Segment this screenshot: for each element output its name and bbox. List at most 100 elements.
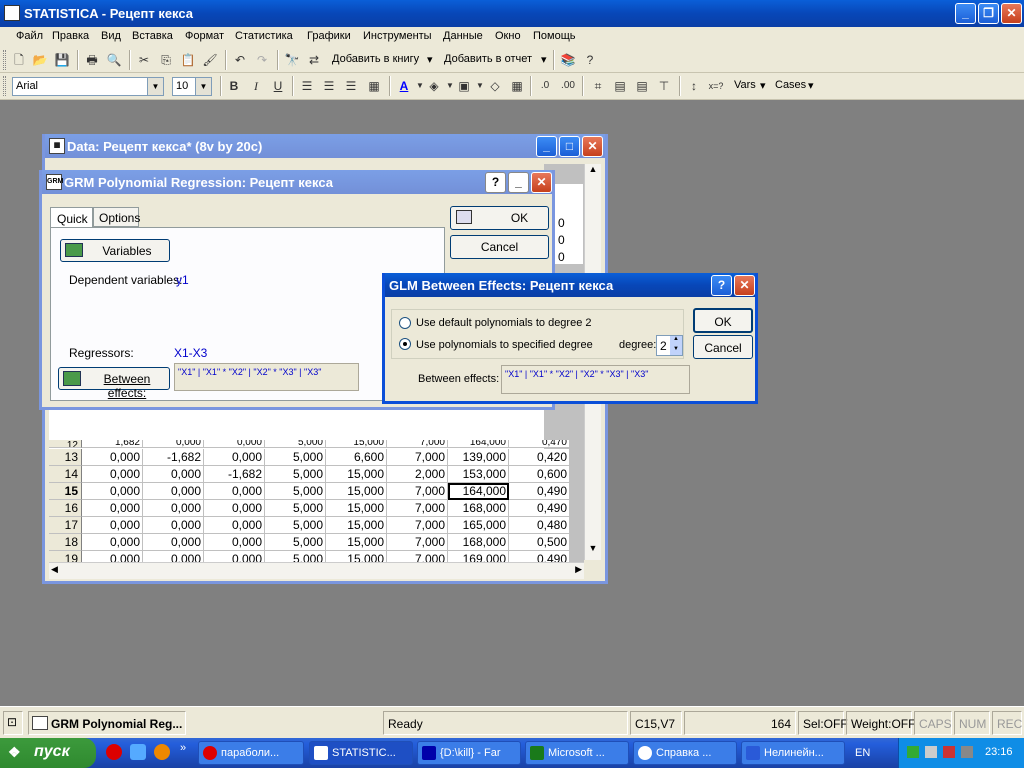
ok-button[interactable]: OK — [450, 206, 549, 230]
data-cell[interactable]: -1,682 — [204, 466, 265, 483]
specified-degree-radio[interactable] — [399, 338, 411, 350]
data-cell[interactable]: 15,000 — [326, 517, 387, 534]
cases-menu-button[interactable]: Cases — [775, 79, 806, 91]
add-to-workbook-button[interactable]: Добавить в книгу — [332, 53, 419, 65]
quicklaunch-more-icon[interactable]: » — [180, 742, 186, 754]
variables-specs-icon[interactable]: ⌗ — [590, 78, 606, 94]
grm-dialog-title-bar[interactable]: GRM GRM Polynomial Regression: Рецепт ке… — [42, 170, 552, 194]
tab-quick[interactable]: Quick — [50, 207, 93, 228]
data-cell[interactable]: 0,000 — [82, 517, 143, 534]
toolbar-grip[interactable] — [3, 76, 6, 96]
help-button[interactable]: ? — [711, 275, 732, 296]
sort-icon[interactable]: ↕ — [686, 78, 702, 94]
data-cell[interactable]: 15,000 — [326, 500, 387, 517]
status-weight[interactable]: Weight:OFF — [846, 711, 915, 735]
whats-this-icon[interactable]: ? — [582, 52, 598, 68]
data-cell[interactable]: 164,000 — [448, 440, 509, 448]
print-icon[interactable]: 🖶 — [84, 52, 100, 68]
menu-view[interactable]: Вид — [101, 30, 121, 42]
data-cell[interactable]: 7,000 — [387, 483, 448, 500]
print-preview-icon[interactable]: 🔍 — [106, 52, 122, 68]
firefox-icon[interactable] — [154, 744, 170, 760]
tag-icon[interactable]: ◇ — [487, 78, 503, 94]
open-icon[interactable]: 📂 — [32, 52, 48, 68]
opera-icon[interactable] — [106, 744, 122, 760]
minimize-button[interactable]: _ — [536, 136, 557, 157]
new-icon[interactable]: 🗋 — [11, 52, 27, 68]
menu-window[interactable]: Окно — [495, 30, 521, 42]
between-effects-button[interactable]: Between effects: — [58, 367, 170, 400]
redo-icon[interactable]: ↷ — [254, 52, 270, 68]
status-task-button[interactable]: GRM Polynomial Reg... — [28, 711, 186, 735]
format-painter-icon[interactable]: 🖌 — [202, 52, 218, 68]
task-parabola[interactable]: параболи... — [198, 741, 304, 765]
status-sel[interactable]: Sel:OFF — [798, 711, 848, 735]
degree-spinner[interactable]: 2 ▲ ▼ — [656, 335, 683, 356]
align-right-icon[interactable]: ☰ — [343, 78, 359, 94]
data-cell[interactable]: 0,000 — [204, 449, 265, 466]
menu-statistics[interactable]: Статистика — [235, 30, 293, 42]
spin-down-icon[interactable]: ▼ — [670, 346, 682, 355]
data-cell[interactable]: 139,000 — [448, 449, 509, 466]
data-cell[interactable]: 7,000 — [387, 517, 448, 534]
data-cell[interactable]: 5,000 — [265, 440, 326, 448]
add-to-report-arrow-icon[interactable]: ▾ — [541, 53, 547, 66]
data-cell[interactable]: 0,000 — [143, 534, 204, 551]
vars-menu-button[interactable]: Vars — [734, 79, 756, 91]
undo-icon[interactable]: ↶ — [232, 52, 248, 68]
row-header[interactable]: 14 — [49, 466, 82, 483]
glm-dialog-title-bar[interactable]: GLM Between Effects: Рецепт кекса ? ✕ — [385, 273, 755, 297]
language-indicator[interactable]: EN — [855, 747, 870, 759]
tray-icon[interactable] — [907, 746, 919, 758]
data-cell[interactable]: 0,000 — [82, 449, 143, 466]
data-cell[interactable]: 0,480 — [509, 517, 570, 534]
row-header[interactable]: 16 — [49, 500, 82, 517]
task-excel[interactable]: Microsoft ... — [525, 741, 629, 765]
align-left-icon[interactable]: ☰ — [299, 78, 315, 94]
font-name-select[interactable]: Arial ▼ — [12, 77, 164, 96]
cancel-button[interactable]: Cancel — [693, 335, 753, 359]
data-cell[interactable]: 168,000 — [448, 500, 509, 517]
merge-icon[interactable]: ▦ — [366, 78, 382, 94]
data-cell[interactable]: 0,600 — [509, 466, 570, 483]
close-button[interactable]: ✕ — [1001, 3, 1022, 24]
row-header[interactable]: 15 — [49, 483, 82, 500]
data-cell[interactable]: 0,500 — [509, 534, 570, 551]
data-cell[interactable]: 1,682 — [82, 440, 143, 448]
data-cell[interactable]: 5,000 — [265, 500, 326, 517]
task-far[interactable]: {D:\kill} - Far — [417, 741, 521, 765]
decrease-decimal-icon[interactable]: .00 — [560, 78, 576, 94]
font-color-icon[interactable]: A — [396, 78, 412, 94]
chevron-down-icon[interactable]: ▾ — [808, 79, 814, 92]
books-icon[interactable]: 📚 — [560, 52, 576, 68]
variables-button[interactable]: Variables — [60, 239, 170, 262]
data-cell[interactable]: 2,000 — [387, 466, 448, 483]
spin-up-icon[interactable]: ▲ — [670, 336, 682, 346]
data-cell[interactable]: 0,000 — [204, 534, 265, 551]
horizontal-scrollbar[interactable]: ◀ ▶ — [49, 562, 584, 579]
minimize-button[interactable]: _ — [955, 3, 976, 24]
data-cell[interactable]: 0,000 — [204, 440, 265, 448]
save-icon[interactable]: 💾 — [54, 52, 70, 68]
data-cell[interactable]: 0,490 — [509, 483, 570, 500]
scroll-right-arrow-icon[interactable]: ▶ — [575, 564, 582, 575]
data-cell[interactable]: 5,000 — [265, 517, 326, 534]
cut-icon[interactable]: ✂ — [136, 52, 152, 68]
data-cell[interactable]: 7,000 — [387, 500, 448, 517]
data-cell[interactable]: 0,470 — [509, 440, 570, 448]
data-cell[interactable]: 7,000 — [387, 534, 448, 551]
italic-icon[interactable]: I — [248, 78, 264, 94]
formula-icon[interactable]: x=? — [708, 78, 724, 94]
row-header[interactable]: 12 — [49, 440, 82, 448]
volume-icon[interactable] — [961, 746, 973, 758]
data-cell[interactable]: 0,000 — [143, 483, 204, 500]
copy-icon[interactable]: ⎘ — [158, 52, 174, 68]
start-button[interactable]: ❖ пуск — [0, 738, 96, 768]
data-cell[interactable]: 5,000 — [265, 534, 326, 551]
task-help[interactable]: Справка ... — [633, 741, 737, 765]
borders-icon[interactable]: ▣ — [456, 78, 472, 94]
ie-icon[interactable] — [130, 744, 146, 760]
menu-edit[interactable]: Правка — [52, 30, 89, 42]
menu-data[interactable]: Данные — [443, 30, 483, 42]
network-icon[interactable] — [925, 746, 937, 758]
